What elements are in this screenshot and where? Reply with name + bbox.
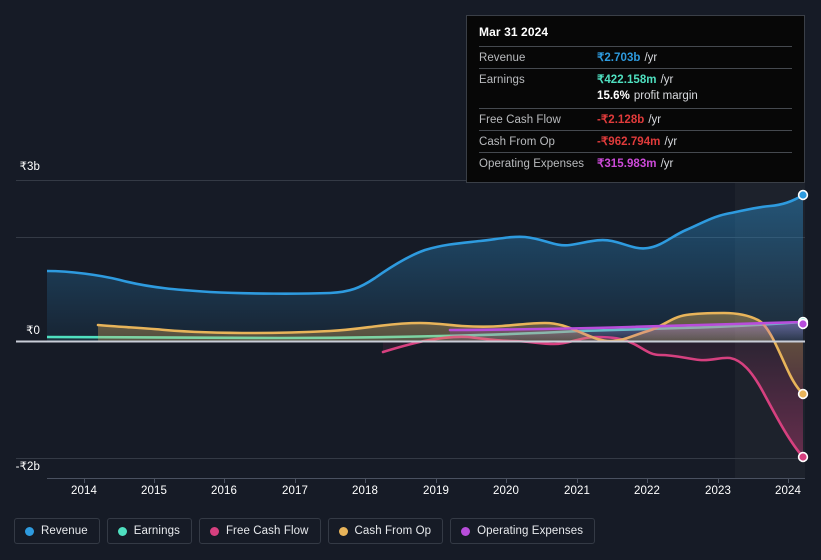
legend-label-revenue: Revenue bbox=[41, 525, 88, 537]
legend-item-cash-from-op[interactable]: Cash From Op bbox=[327, 518, 444, 544]
x-axis-label-2021: 2021 bbox=[564, 485, 590, 497]
tooltip-row-revenue: Revenue ₹2.703b /yr bbox=[479, 46, 792, 68]
legend-label-free-cash-flow: Free Cash Flow bbox=[225, 525, 309, 537]
chart-legend: Revenue Earnings Free Cash Flow Cash Fro… bbox=[14, 518, 596, 544]
y-axis-label-zero: ₹0 bbox=[26, 325, 40, 337]
financial-chart-widget: ₹3b ₹0 -₹2b 2014 2015 2016 2017 2018 201… bbox=[0, 0, 821, 560]
endpoint-marker-free-cash-flow bbox=[797, 451, 809, 463]
tooltip-row-cash-from-op: Cash From Op -₹962.794m /yr bbox=[479, 130, 792, 152]
legend-swatch-free-cash-flow-icon bbox=[209, 526, 219, 536]
tooltip-unit-cash-from-op: /yr bbox=[664, 136, 678, 148]
x-axis-label-2016: 2016 bbox=[211, 485, 237, 497]
tooltip-row-profit-margin: 15.6% profit margin bbox=[479, 90, 792, 108]
x-axis-label-2022: 2022 bbox=[634, 485, 660, 497]
tooltip-label-earnings: Earnings bbox=[479, 74, 525, 86]
x-axis-label-2018: 2018 bbox=[352, 485, 378, 497]
legend-label-earnings: Earnings bbox=[133, 525, 180, 537]
tooltip-value-profit-margin: 15.6% bbox=[597, 90, 630, 102]
legend-swatch-revenue-icon bbox=[25, 526, 34, 536]
legend-item-revenue[interactable]: Revenue bbox=[14, 518, 100, 544]
tooltip-label-operating-expenses: Operating Expenses bbox=[479, 158, 585, 170]
tooltip-value-revenue: ₹2.703b bbox=[597, 52, 641, 64]
y-axis-label-bottom: -₹2b bbox=[15, 461, 40, 473]
x-axis-label-2017: 2017 bbox=[282, 485, 308, 497]
tooltip-unit-free-cash-flow: /yr bbox=[648, 114, 662, 126]
legend-label-operating-expenses: Operating Expenses bbox=[477, 525, 584, 537]
tooltip-label-revenue: Revenue bbox=[479, 52, 526, 64]
y-axis-label-top: ₹3b bbox=[19, 161, 40, 173]
tooltip-value-operating-expenses: ₹315.983m bbox=[597, 158, 657, 170]
legend-swatch-cash-from-op-icon bbox=[338, 526, 348, 536]
legend-swatch-operating-expenses-icon bbox=[461, 526, 471, 536]
x-axis-label-2015: 2015 bbox=[141, 485, 167, 497]
endpoint-marker-operating-expenses bbox=[797, 318, 809, 330]
x-axis-label-2024: 2024 bbox=[775, 485, 801, 497]
legend-label-cash-from-op: Cash From Op bbox=[354, 525, 432, 537]
x-axis-label-2023: 2023 bbox=[705, 485, 731, 497]
x-axis-label-2014: 2014 bbox=[71, 485, 97, 497]
tooltip-unit-profit-margin: profit margin bbox=[633, 90, 698, 102]
tooltip-unit-revenue: /yr bbox=[644, 52, 658, 64]
tooltip-label-free-cash-flow: Free Cash Flow bbox=[479, 114, 561, 126]
tooltip-row-operating-expenses: Operating Expenses ₹315.983m /yr bbox=[479, 152, 792, 174]
tooltip-unit-earnings: /yr bbox=[660, 74, 674, 86]
legend-swatch-earnings-icon bbox=[117, 526, 127, 536]
tooltip-row-earnings: Earnings ₹422.158m /yr bbox=[479, 68, 792, 90]
tooltip-row-free-cash-flow: Free Cash Flow -₹2.128b /yr bbox=[479, 108, 792, 130]
legend-item-operating-expenses[interactable]: Operating Expenses bbox=[450, 518, 596, 544]
x-axis-label-2020: 2020 bbox=[493, 485, 519, 497]
tooltip-unit-operating-expenses: /yr bbox=[660, 158, 674, 170]
tooltip-value-earnings: ₹422.158m bbox=[597, 74, 657, 86]
data-point-tooltip: Mar 31 2024 Revenue ₹2.703b /yr Earnings… bbox=[466, 15, 805, 183]
tooltip-value-free-cash-flow: -₹2.128b bbox=[597, 114, 645, 126]
tooltip-date: Mar 31 2024 bbox=[479, 25, 549, 39]
endpoint-marker-revenue bbox=[797, 189, 809, 201]
x-axis-label-2019: 2019 bbox=[423, 485, 449, 497]
tooltip-rows: Revenue ₹2.703b /yr Earnings ₹422.158m /… bbox=[467, 46, 804, 182]
tooltip-label-cash-from-op: Cash From Op bbox=[479, 136, 556, 148]
legend-item-earnings[interactable]: Earnings bbox=[106, 518, 192, 544]
tooltip-value-cash-from-op: -₹962.794m bbox=[597, 136, 661, 148]
endpoint-marker-cash-from-op bbox=[797, 388, 809, 400]
legend-item-free-cash-flow[interactable]: Free Cash Flow bbox=[198, 518, 321, 544]
